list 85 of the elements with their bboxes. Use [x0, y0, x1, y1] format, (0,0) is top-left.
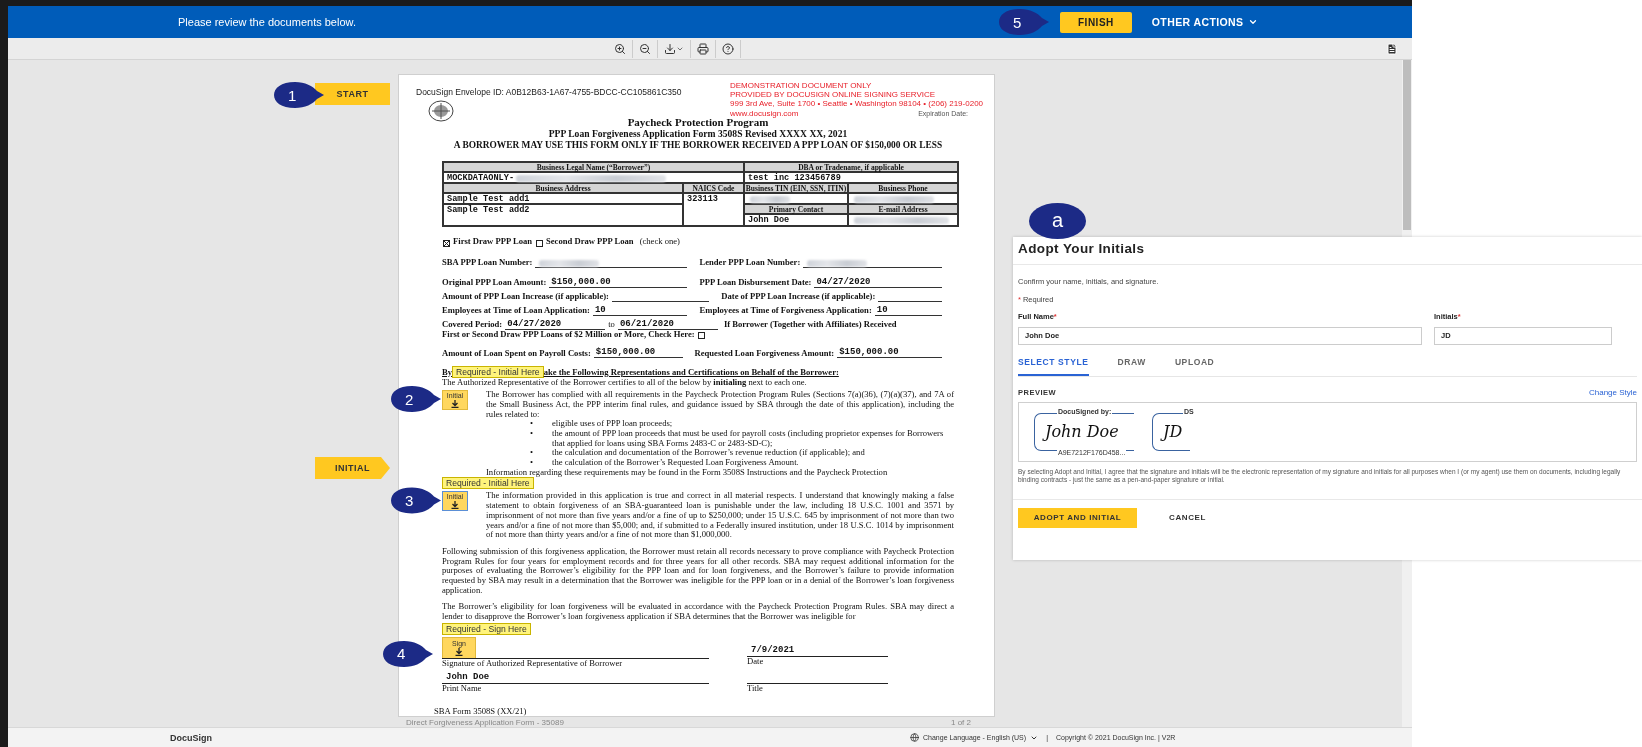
- field-label: Date of PPP Loan Increase (if applicable):: [721, 292, 876, 302]
- step-marker: 1: [273, 80, 325, 110]
- style-tab[interactable]: SELECT STYLE: [1018, 354, 1089, 376]
- field-label: Covered Period:: [442, 320, 503, 330]
- envelope-id: DocuSign Envelope ID: A0B12B63-1A67-4755-BDCC-CC105861C350: [416, 87, 682, 97]
- bullet-item: the calculation of the Borrower’s Requested Loan Forgiveness Amount.: [552, 458, 799, 468]
- field-label: Employees at Time of Loan Application:: [442, 306, 590, 316]
- demo-notice-line: 999 3rd Ave, Suite 1700 • Seattle • Washington 98104 • (206) 219-0200: [730, 99, 985, 109]
- field-label: Requested Loan Forgiveness Amount:: [694, 348, 835, 359]
- fill-in-line: $150,000.00: [837, 347, 942, 359]
- body-paragraph: Following submission of this forgiveness application, the Borrower must retain all records necessary to prove compliance with Paycheck Protection Program Rules for four years for employment records and for three years for all other records. SBA may request additional information for the purposes of evaluating the Borrower’s eligibility for the PPP loan and for loan forgiveness, and the Borrower’s failure to provide information requested by SBA may result in a determination that the Borrower was ineligible for the PPP loan or in a denial of the Borrower’s loan forgiveness application.: [442, 546, 954, 596]
- bullet-mark: •: [530, 428, 534, 440]
- finish-button[interactable]: FINISH: [1060, 11, 1132, 33]
- bullet-item: the amount of PPP loan proceeds that must be used for payroll costs (including proprietor expenses for Borrowers that applied for loans using SBA Forms 2483-C or 2483-SD-C);: [552, 428, 945, 449]
- fill-in-line: 7/9/2021: [747, 636, 888, 657]
- bullet-item: the calculation and documentation of the Borrower’s revenue reduction (if applicable); and: [552, 448, 865, 459]
- bullet-item: eligible uses of PPP loan proceeds;: [552, 419, 673, 429]
- field-label: If Borrower (Together with Affiliates) Received: [723, 320, 897, 330]
- field-label: First or Second Draw PPP Loans of $2 Million or More, Check Here:: [442, 329, 695, 340]
- cancel-button[interactable]: CANCEL: [1155, 507, 1220, 528]
- step-marker: 5: [998, 7, 1050, 37]
- fill-in-line: 10: [874, 304, 942, 316]
- field-label: Print Name: [442, 683, 483, 694]
- statement-text: The Borrower has complied with all requirements in the Paycheck Protection Program Rules (Sections 7(a)(36), (7)(a)(37), and 7A of the Small Business Act, the PPP interim final rules, and guidance issued by SBA through the date of this application), including the rules related to:: [486, 390, 954, 420]
- review-message: Please review the documents below.: [178, 16, 357, 28]
- check-note: (check one): [639, 237, 680, 247]
- field-label: Amount of PPP Loan Increase (if applicable):: [442, 292, 609, 302]
- bullet-mark: •: [530, 419, 534, 429]
- document-notice: A BORROWER MAY USE THIS FORM ONLY IF THE BORROWER RECEIVED A PPP LOAN OF $150,000 OR LESS: [452, 139, 944, 151]
- field-label: Employees at Time of Forgiveness Application:: [699, 306, 872, 316]
- table-cell: MOCKDATAONLY-: [443, 172, 744, 183]
- checkbox-label: First Draw PPP Loan: [453, 237, 532, 247]
- style-tab[interactable]: DRAW: [1117, 354, 1146, 376]
- navigation-tag[interactable]: INITIAL: [315, 457, 390, 479]
- section-heading: By: [442, 367, 453, 378]
- fill-in-line: 04/27/2020: [505, 318, 606, 330]
- form-number: SBA Form 3508S (XX/21): [434, 707, 528, 717]
- body-paragraph: The Borrower’s eligibility for loan forgiveness will be evaluated in accordance with the Paycheck Protection Program Rules. SBA may direct a lender to disapprove the Borrower’s loan forgiveness application if SBA determines that the Borrower was ineligible for: [442, 602, 954, 622]
- field-label: Signature of Authorized Representative of Borrower: [442, 658, 624, 669]
- fill-in-line: John Doe: [442, 670, 709, 684]
- field-label: Title: [747, 683, 764, 694]
- step-marker: 3: [390, 485, 442, 516]
- field-label: SBA PPP Loan Number:: [442, 258, 533, 268]
- statement-text: The information provided in this application is true and correct in all material respects. I understand that knowingly making a false statement to obtain forgiveness of an SBA-guaranteed loan is punishable under the law, including 18 U.S.C. 1001 and 3571 by imprisonment of not more than five years and/or a fine of up to $250,000; under 15 U.S.C. 645 by imprisonment of not more than two years and/or a fine of not more than $5,000; and, if submitted to a Federally insured institution, under 18 U.S.C. 1014 by imprisonment of not more than thirty years and/or a fine of not more than $1,000,000.: [486, 491, 954, 540]
- fill-in-line: 10: [592, 304, 688, 316]
- table-cell: Sample Test add2: [443, 204, 683, 226]
- change-style-link[interactable]: Change Style: [1588, 387, 1637, 397]
- demo-notice-line: DEMONSTRATION DOCUMENT ONLY: [730, 81, 873, 91]
- page-count: 1 of 2: [951, 718, 971, 727]
- checkbox-label: Second Draw PPP Loan: [546, 237, 634, 247]
- field-label: to: [608, 320, 615, 330]
- style-tab[interactable]: UPLOAD: [1174, 354, 1215, 376]
- table-cell: Sample Test add1: [443, 193, 683, 204]
- fill-in-line: 04/27/2020: [814, 276, 942, 288]
- dialog-title: Adopt Your Initials: [1013, 237, 1642, 265]
- navigation-tag[interactable]: START: [315, 83, 390, 105]
- required-initial-tag[interactable]: Required - Initial Here: [452, 366, 544, 379]
- fill-in-line: $150,000.00: [549, 276, 688, 288]
- demo-notice-line: PROVIDED BY DOCUSIGN ONLINE SIGNING SERVICE: [730, 90, 937, 100]
- bullet-mark: •: [530, 458, 534, 468]
- certification-intro: The Authorized Representative of the Borrower certifies to all of the below by initialing next to each one.: [442, 378, 808, 389]
- document-name: Direct Forgiveness Application Form - 35089: [406, 718, 564, 727]
- bullet-mark: •: [530, 448, 534, 459]
- fill-in-line: $150,000.00: [593, 347, 683, 359]
- statement-text: Information regarding these requirements may be found in the Form 3508S Instructions and the Paycheck Protection: [486, 467, 888, 478]
- section-heading: ake the Following Representations and Certifications on Behalf of the Borrower:: [543, 367, 839, 378]
- field-label: Original PPP Loan Amount:: [442, 278, 547, 288]
- table-cell: test inc 123456789: [744, 172, 958, 183]
- step-marker: 2: [390, 384, 442, 415]
- other-actions-button[interactable]: OTHER ACTIONS: [1151, 16, 1258, 28]
- field-label: Date: [747, 656, 765, 667]
- table-cell: John Doe: [744, 214, 848, 226]
- required-initial-tag[interactable]: Required - Initial Here: [442, 477, 534, 490]
- table-cell: 323113: [683, 193, 744, 226]
- field-label: PPP Loan Disbursement Date:: [699, 278, 812, 288]
- document-title: Paycheck Protection Program: [626, 116, 769, 128]
- document-subtitle: PPP Loan Forgiveness Application Form 3508S Revised XXXX XX, 2021: [547, 128, 849, 139]
- field-label: Lender PPP Loan Number:: [699, 258, 801, 268]
- fill-in-line: 06/21/2020: [617, 318, 718, 330]
- adopt-button[interactable]: ADOPT AND INITIAL: [1018, 507, 1137, 528]
- step-marker: 4: [382, 638, 434, 669]
- required-sign-tag[interactable]: Required - Sign Here: [442, 622, 531, 635]
- brand-logo: DocuSign: [170, 732, 213, 743]
- field-label: Amount of Loan Spent on Payroll Costs:: [442, 348, 591, 359]
- demo-notice-line: www.docusign.com: [730, 108, 799, 118]
